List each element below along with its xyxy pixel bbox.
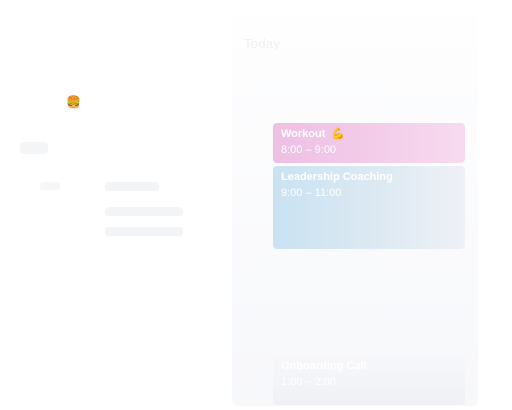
event-title: Workout 💪 [281, 127, 457, 141]
left-placeholder-label-2 [40, 182, 60, 190]
left-placeholder-line [105, 182, 159, 191]
event-time: 9:00 – 11:00 [281, 187, 342, 199]
burger-icon: 🍔 [66, 95, 81, 109]
event-title: Leadership Coaching [281, 171, 393, 183]
event-title: Onboarding Call [281, 360, 367, 372]
left-placeholder-label [20, 142, 48, 154]
event-time: 8:00 – 9:00 [281, 144, 337, 156]
calendar-screen: Today 🍔 Workout 💪 8:00 – 9:00 Leadership … [0, 0, 512, 410]
event-leadership-coaching[interactable]: Leadership Coaching 9:00 – 11:00 [273, 166, 465, 249]
left-placeholder-line [105, 227, 183, 236]
event-time: 1:00 – 2:00 [281, 376, 337, 388]
flexed-bicep-icon: 💪 [331, 128, 346, 140]
event-title-text: Workout [281, 128, 326, 140]
left-placeholder-line [105, 207, 183, 216]
day-header: Today [244, 36, 281, 51]
event-workout[interactable]: Workout 💪 8:00 – 9:00 [273, 123, 465, 163]
event-onboarding-call[interactable]: Onboarding Call 1:00 – 2:00 [273, 355, 465, 405]
